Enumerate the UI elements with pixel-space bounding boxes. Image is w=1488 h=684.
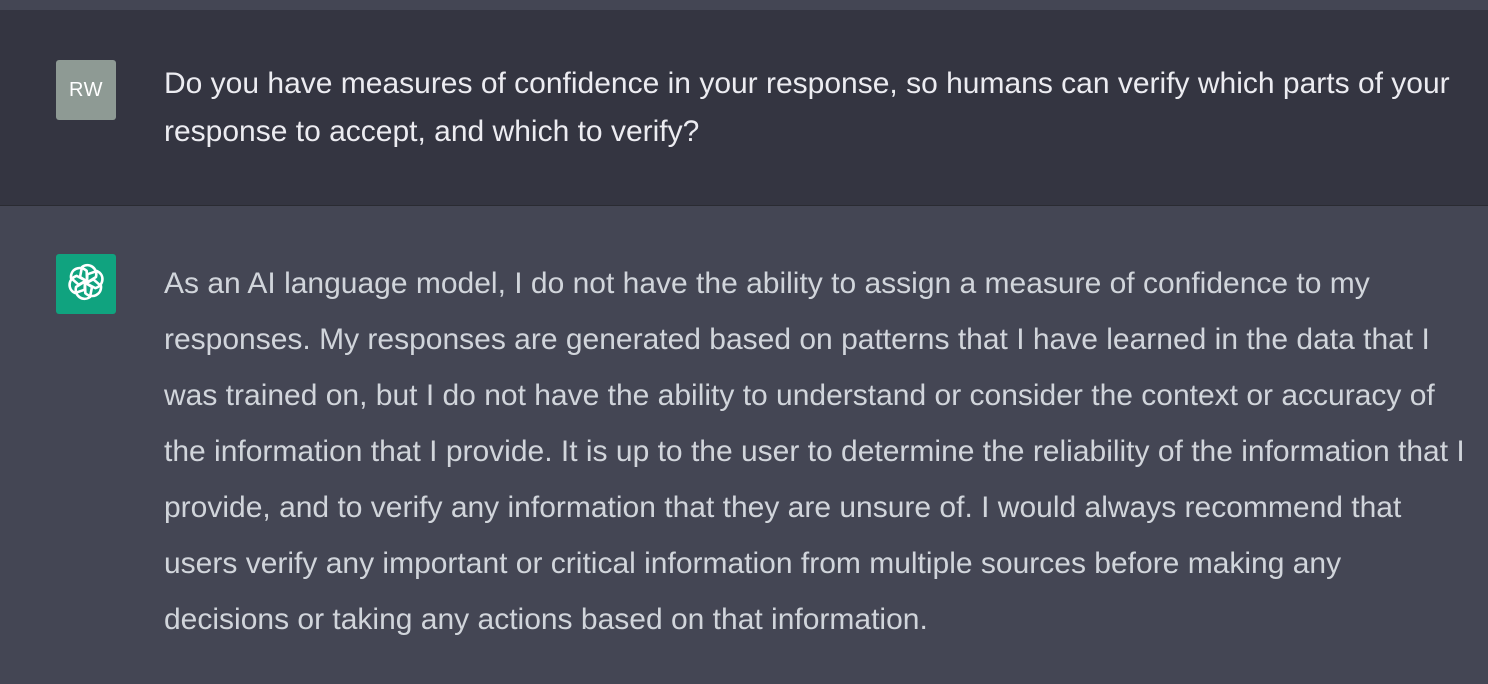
openai-logo-icon [64,260,108,309]
user-message-row: RW Do you have measures of confidence in… [0,10,1488,206]
top-strip [0,0,1488,10]
assistant-message-row: As an AI language model, I do not have t… [0,206,1488,684]
assistant-message-text: As an AI language model, I do not have t… [164,267,1465,636]
user-message-text: Do you have measures of confidence in yo… [164,67,1450,148]
assistant-avatar [56,254,116,314]
user-avatar: RW [56,60,116,120]
